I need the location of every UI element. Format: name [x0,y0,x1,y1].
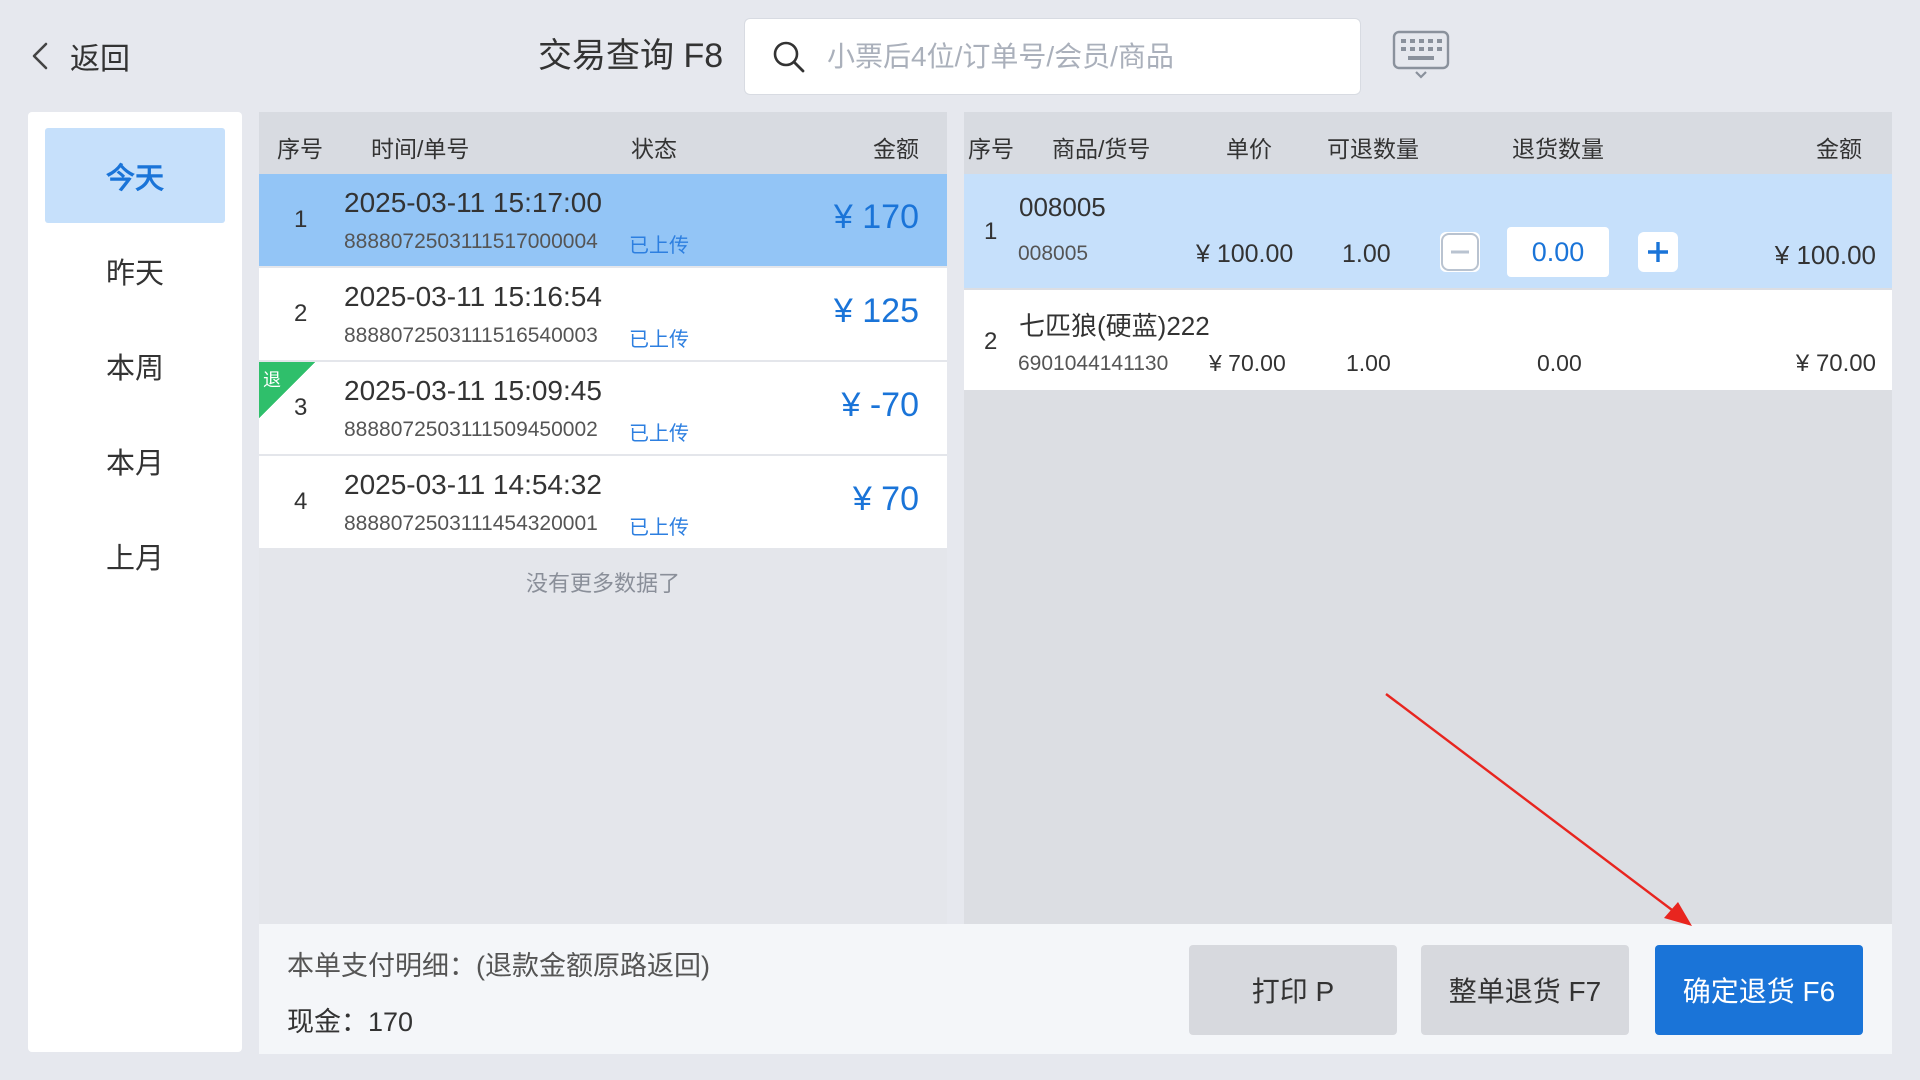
date-filter-this-month[interactable]: 本月 [45,413,225,508]
date-filter-today[interactable]: 今天 [45,128,225,223]
date-filter-panel: 今天 昨天 本周 本月 上月 [28,112,242,1052]
order-table-header: 序号 时间/单号 状态 金额 [259,112,947,174]
order-time: 2025-03-11 14:54:32 [344,469,602,500]
chevron-left-icon [32,42,48,70]
order-index: 2 [294,300,308,327]
upload-status: 已上传 [629,329,689,351]
increase-qty-button[interactable] [1638,232,1678,272]
col-status: 状态 [631,136,677,162]
keyboard-icon[interactable] [1392,30,1450,80]
back-label: 返回 [70,43,130,76]
detail-index: 1 [984,218,998,245]
product-name: 008005 [1019,192,1106,222]
search-box[interactable] [744,18,1361,95]
col-unit-price: 单价 [1226,136,1272,162]
order-row[interactable]: 4 2025-03-11 14:54:32 888807250311145432… [259,456,947,548]
order-number: 8888072503111454320001 [344,512,598,535]
order-time: 2025-03-11 15:17:00 [344,187,602,218]
col-product: 商品/货号 [1052,136,1151,162]
upload-status: 已上传 [629,235,689,257]
order-index: 3 [294,394,308,421]
product-code: 008005 [1018,242,1089,265]
back-button[interactable]: 返回 [28,32,130,80]
full-return-button[interactable]: 整单退货 F7 [1421,945,1629,1035]
order-number: 8888072503111509450002 [344,418,598,441]
col-amount: 金额 [1816,136,1862,162]
search-icon [773,41,805,72]
return-qty: 0.00 [1537,350,1582,376]
product-name: 七匹狼(硬蓝)222 [1019,311,1210,341]
order-index: 1 [294,206,308,233]
payment-detail-title: 本单支付明细：(退款金额原路返回) [287,951,710,981]
upload-status: 已上传 [629,517,689,539]
product-code: 6901044141130 [1018,352,1169,375]
detail-row[interactable]: 1 008005 008005 ¥ 100.00 1.00 ¥ 100.00 [964,174,1892,288]
col-return-qty: 退货数量 [1512,136,1604,162]
order-detail-table: 序号 商品/货号 单价 可退数量 退货数量 金额 1 008005 008005… [964,112,1892,924]
returnable-qty: 1.00 [1346,350,1391,376]
upload-status: 已上传 [629,423,689,445]
return-qty-input[interactable] [1507,227,1609,277]
returnable-qty: 1.00 [1342,240,1391,268]
order-amount: ¥ 70 [852,480,919,518]
no-more-data: 没有更多数据了 [525,571,680,596]
line-amount: ¥ 100.00 [1774,240,1876,270]
date-filter-this-week[interactable]: 本周 [45,318,225,413]
payment-action-bar: 本单支付明细：(退款金额原路返回) 现金：170 打印 P 整单退货 F7 确定… [259,924,1892,1054]
order-row[interactable]: 退 3 2025-03-11 15:09:45 8888072503111509… [259,362,947,454]
order-number: 8888072503111516540003 [344,324,598,347]
plus-icon [1648,242,1668,262]
order-time: 2025-03-11 15:16:54 [344,281,602,312]
col-index: 序号 [277,136,323,162]
col-amount: 金额 [873,136,919,162]
order-row[interactable]: 1 2025-03-11 15:17:00 888807250311151700… [259,174,947,266]
payment-cash: 现金：170 [287,1007,414,1037]
col-returnable-qty: 可退数量 [1327,136,1419,162]
minus-icon [1441,233,1479,271]
print-button[interactable]: 打印 P [1189,945,1397,1035]
order-time: 2025-03-11 15:09:45 [344,375,602,406]
detail-table-header: 序号 商品/货号 单价 可退数量 退货数量 金额 [964,112,1892,174]
unit-price: ¥ 70.00 [1209,350,1286,376]
page-title: 交易查询 F8 [538,37,724,75]
order-row[interactable]: 2 2025-03-11 15:16:54 888807250311151654… [259,268,947,360]
order-list: 序号 时间/单号 状态 金额 1 2025-03-11 15:17:00 888… [259,112,947,924]
detail-row[interactable]: 2 七匹狼(硬蓝)222 6901044141130 ¥ 70.00 1.00 … [964,290,1892,390]
col-time-no: 时间/单号 [371,136,470,162]
date-filter-yesterday[interactable]: 昨天 [45,223,225,318]
return-tag-label: 退 [263,370,281,390]
line-amount: ¥ 70.00 [1795,350,1876,377]
col-index: 序号 [968,136,1014,162]
search-input[interactable] [827,40,1347,73]
unit-price: ¥ 100.00 [1196,240,1294,268]
order-index: 4 [294,488,308,515]
order-number: 8888072503111517000004 [344,230,598,253]
date-filter-last-month[interactable]: 上月 [45,508,225,603]
order-amount: ¥ 170 [833,198,919,236]
detail-index: 2 [984,328,998,355]
order-amount: ¥ 125 [833,292,919,330]
confirm-return-button[interactable]: 确定退货 F6 [1655,945,1863,1035]
decrease-qty-button[interactable] [1440,232,1480,272]
order-amount: ¥ -70 [841,386,920,424]
